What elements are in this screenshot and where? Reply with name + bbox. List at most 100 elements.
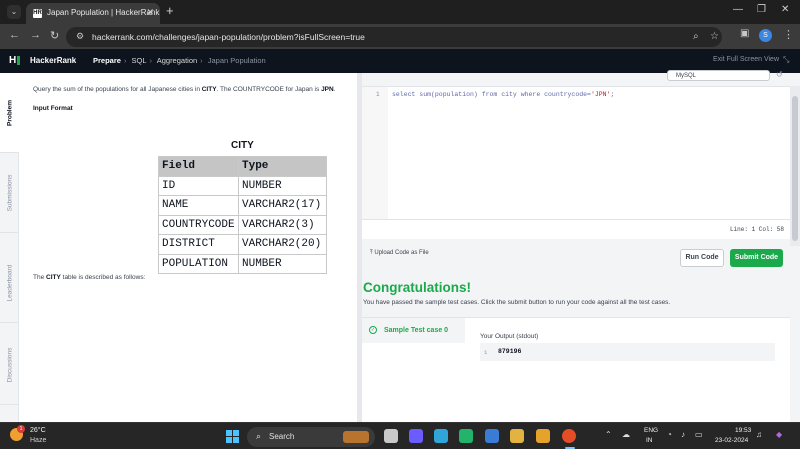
windows-start-icon[interactable]	[226, 430, 239, 443]
volume-icon[interactable]: ♪	[681, 430, 685, 439]
taskbar-search[interactable]: ⌕ Search	[247, 427, 375, 447]
copilot-icon[interactable]: ◆	[776, 430, 782, 439]
field-cell: ID	[158, 175, 239, 196]
test-case-label: Sample Test case 0	[384, 327, 449, 334]
temperature[interactable]: 26°C	[30, 427, 46, 434]
output-line-number: 1	[484, 349, 488, 356]
app-icon[interactable]	[510, 429, 524, 443]
close-icon[interactable]: ✕	[146, 7, 154, 18]
breadcrumb-prepare[interactable]: Prepare	[93, 56, 121, 65]
reset-code-icon[interactable]: ↺	[776, 70, 783, 79]
cloud-icon[interactable]: ☁	[622, 430, 630, 439]
hackerrank-logo-icon[interactable]: H	[9, 55, 21, 66]
type-cell: NUMBER	[238, 253, 327, 274]
field-cell: NAME	[158, 195, 239, 216]
line-number: 1	[376, 91, 380, 98]
type-cell: VARCHAR2(20)	[238, 234, 327, 255]
result-heading: Congratulations!	[363, 280, 471, 295]
taskbar: 1 26°C Haze ⌕ Search ⌃ ☁ ENG IN ◔ ♪ ▭ 19…	[0, 422, 800, 449]
cursor-position: Line: 1 Col: 58	[729, 226, 784, 233]
chrome-icon[interactable]	[562, 429, 576, 443]
bookmark-star-icon[interactable]: ☆	[710, 31, 719, 42]
browser-toolbar: ← → ↻ ⚙ hackerrank.com/challenges/japan-…	[0, 24, 800, 49]
test-case-tab[interactable]: ✓ Sample Test case 0	[362, 318, 465, 343]
tab-search-icon[interactable]: ⌄	[7, 5, 21, 19]
tab-submissions[interactable]: Submissions	[0, 153, 19, 233]
exit-fullscreen-link[interactable]: Exit Full Screen View	[713, 56, 779, 63]
scrollbar[interactable]	[790, 86, 800, 246]
back-icon[interactable]: ←	[9, 29, 20, 41]
bell-icon[interactable]: ♫	[756, 430, 762, 439]
tab-problem[interactable]: Problem	[0, 73, 19, 153]
table-row: DISTRICT VARCHAR2(20)	[158, 234, 327, 255]
breadcrumb-current: Japan Population	[207, 56, 266, 65]
city-schema-table: Field Type ID NUMBER NAME VARCHAR2(17) COU…	[158, 156, 327, 274]
hackerrank-favicon-icon: HR	[33, 9, 42, 18]
input-region[interactable]: IN	[646, 437, 653, 444]
table-row: COUNTRYCODE VARCHAR2(3)	[158, 214, 327, 235]
tab-discussions[interactable]: Discussions	[0, 325, 19, 405]
header-type: Type	[238, 156, 327, 177]
chevron-up-icon[interactable]: ⌃	[605, 430, 612, 439]
table-row: POPULATION NUMBER	[158, 253, 327, 274]
submit-code-button[interactable]: Submit Code	[730, 249, 783, 267]
address-bar[interactable]: ⚙ hackerrank.com/challenges/japan-popula…	[66, 27, 722, 47]
clock-time[interactable]: 19:53	[735, 427, 751, 434]
exit-fullscreen-icon[interactable]: ⤡	[783, 55, 789, 65]
search-highlight-icon	[343, 431, 369, 443]
browser-tab[interactable]: HR Japan Population | HackerRank ✕	[26, 3, 160, 24]
edge-browser-icon[interactable]	[434, 429, 448, 443]
code-line[interactable]: select sum(population) from city where c…	[392, 91, 614, 98]
close-window-icon[interactable]: ✕	[781, 4, 789, 15]
table-header-row: Field Type	[158, 156, 327, 177]
run-code-button[interactable]: Run Code	[680, 249, 724, 267]
header-field: Field	[158, 156, 239, 177]
forward-icon[interactable]: →	[30, 29, 41, 41]
file-explorer-icon[interactable]	[536, 429, 550, 443]
browser-tab-strip: ⌄ HR Japan Population | HackerRank ✕ + —…	[0, 0, 800, 24]
table-row: NAME VARCHAR2(17)	[158, 195, 327, 216]
editor-status-bar: Line: 1 Col: 58	[362, 219, 790, 239]
type-cell: VARCHAR2(17)	[238, 195, 327, 216]
table-row: ID NUMBER	[158, 175, 327, 196]
app-icon[interactable]	[485, 429, 499, 443]
battery-icon[interactable]: ▭	[695, 430, 703, 439]
tab-leaderboard[interactable]: Leaderboard	[0, 243, 19, 323]
type-cell: NUMBER	[238, 175, 327, 196]
input-format-heading: Input Format	[33, 105, 73, 112]
zoom-icon[interactable]: ⌕	[693, 31, 699, 42]
check-circle-icon: ✓	[369, 326, 377, 334]
breadcrumb-aggregation[interactable]: Aggregation	[157, 56, 197, 65]
output-label: Your Output (stdout)	[480, 333, 539, 340]
clock-date[interactable]: 23-02-2024	[715, 437, 748, 444]
meet-app-icon[interactable]	[409, 429, 423, 443]
type-cell: VARCHAR2(3)	[238, 214, 327, 235]
profile-avatar[interactable]: S	[759, 29, 772, 42]
store-app-icon[interactable]	[459, 429, 473, 443]
brand-name[interactable]: HackerRank	[30, 56, 76, 65]
url-text[interactable]: hackerrank.com/challenges/japan-populati…	[92, 32, 365, 42]
problem-statement: Query the sum of the populations for all…	[33, 86, 336, 93]
language-select[interactable]: MySQL	[667, 70, 770, 81]
restore-icon[interactable]: ❐	[757, 4, 766, 15]
menu-icon[interactable]: ⋮	[783, 28, 794, 41]
code-editor[interactable]: 1 select sum(population) from city where…	[362, 86, 790, 220]
task-view-icon[interactable]	[384, 429, 398, 443]
output-value: 879196	[498, 348, 522, 355]
reload-icon[interactable]: ↻	[50, 29, 59, 42]
input-language[interactable]: ENG	[644, 427, 658, 434]
wifi-icon[interactable]: ◔	[667, 430, 672, 439]
upload-code-link[interactable]: ⤒ Upload Code as File	[370, 250, 429, 257]
vertical-tab-bar: Problem Submissions Leaderboard Discussi…	[0, 73, 19, 422]
field-cell: COUNTRYCODE	[158, 214, 239, 235]
minimize-icon[interactable]: —	[733, 4, 743, 15]
table-title: CITY	[231, 140, 254, 151]
output-box: 1 879196	[480, 343, 775, 361]
side-panel-icon[interactable]: ▣	[740, 28, 749, 39]
breadcrumb-sql[interactable]: SQL	[132, 56, 147, 65]
line-gutter: 1	[362, 87, 388, 220]
editor-pane: MySQL ↺ 1 select sum(population) from ci…	[362, 70, 800, 422]
new-tab-icon[interactable]: +	[166, 3, 174, 18]
site-info-icon[interactable]: ⚙	[76, 31, 84, 42]
weather-condition[interactable]: Haze	[30, 437, 46, 444]
